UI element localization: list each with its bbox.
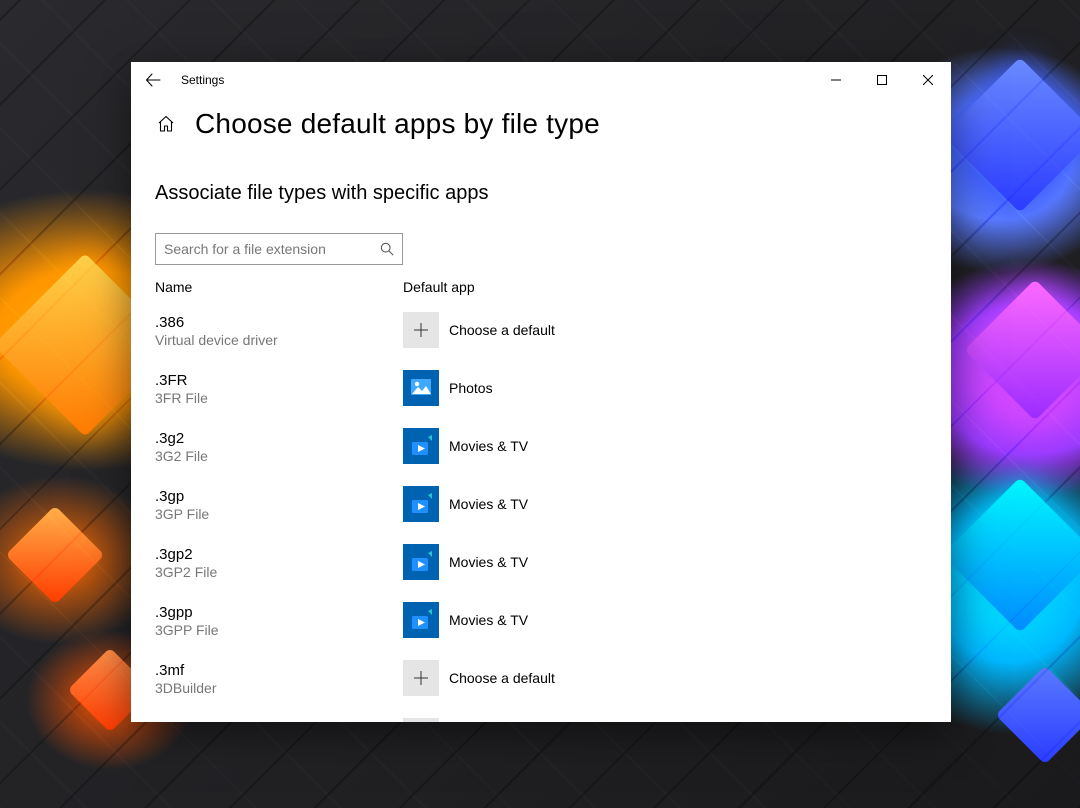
file-type-row: .3gp3GP File Movies & TV (155, 475, 927, 533)
search-icon (380, 242, 394, 256)
close-button[interactable] (905, 62, 951, 98)
default-app-label: Movies & TV (449, 554, 528, 570)
search-input[interactable] (164, 241, 380, 257)
file-type-info: .3FR3FR File (155, 370, 403, 406)
titlebar: Settings (131, 62, 951, 98)
maximize-icon (877, 75, 887, 85)
file-extension: .3FR (155, 372, 403, 389)
home-button[interactable] (155, 113, 177, 135)
default-app-button[interactable]: Movies & TV (403, 486, 528, 522)
movies-app-icon (403, 602, 439, 638)
default-app-button[interactable]: Movies & TV (403, 428, 528, 464)
file-extension: .3gp (155, 488, 403, 505)
file-type-info: .aA File (155, 718, 403, 722)
content-area: Choose default apps by file type Associa… (131, 98, 951, 722)
subheading: Associate file types with specific apps (155, 182, 927, 205)
default-app-button[interactable]: Choose a default (403, 718, 555, 722)
default-app-button[interactable]: Movies & TV (403, 544, 528, 580)
movies-app-icon (403, 544, 439, 580)
file-description: 3GP File (155, 506, 403, 522)
default-app-button[interactable]: Photos (403, 370, 493, 406)
file-type-info: .3mf3DBuilder (155, 660, 403, 696)
file-description: 3GP2 File (155, 564, 403, 580)
file-type-info: .3g23G2 File (155, 428, 403, 464)
file-type-row: .386Virtual device driver Choose a defaul… (155, 301, 927, 359)
home-icon (157, 115, 175, 133)
minimize-button[interactable] (813, 62, 859, 98)
file-type-info: .3gpp3GPP File (155, 602, 403, 638)
file-description: 3GPP File (155, 622, 403, 638)
default-app-label: Choose a default (449, 670, 555, 686)
file-extension: .3gpp (155, 604, 403, 621)
file-description: 3G2 File (155, 448, 403, 464)
file-type-info: .386Virtual device driver (155, 312, 403, 348)
default-app-button[interactable]: Choose a default (403, 312, 555, 348)
minimize-icon (831, 75, 841, 85)
default-app-button[interactable]: Choose a default (403, 660, 555, 696)
file-type-row: .3gp23GP2 File Movies & TV (155, 533, 927, 591)
default-app-button[interactable]: Movies & TV (403, 602, 528, 638)
arrow-left-icon (145, 72, 161, 88)
file-description: 3FR File (155, 390, 403, 406)
page-title: Choose default apps by file type (195, 108, 600, 140)
back-button[interactable] (131, 62, 175, 98)
close-icon (923, 75, 933, 85)
file-description: Virtual device driver (155, 332, 403, 348)
settings-window: Settings Choose default apps by file typ… (131, 62, 951, 722)
plus-icon (403, 660, 439, 696)
default-app-label: Movies & TV (449, 438, 528, 454)
default-app-label: Choose a default (449, 322, 555, 338)
movies-app-icon (403, 486, 439, 522)
default-app-label: Movies & TV (449, 496, 528, 512)
file-extension: .3g2 (155, 430, 403, 447)
window-title: Settings (175, 73, 224, 87)
movies-app-icon (403, 428, 439, 464)
file-type-list: .386Virtual device driver Choose a defaul… (155, 301, 927, 722)
search-box[interactable] (155, 233, 403, 265)
file-extension: .386 (155, 314, 403, 331)
file-type-row: .3g23G2 File Movies & TV (155, 417, 927, 475)
column-name-header: Name (155, 279, 403, 295)
file-description: 3DBuilder (155, 680, 403, 696)
file-type-row: .3gpp3GPP File Movies & TV (155, 591, 927, 649)
file-extension: .3gp2 (155, 546, 403, 563)
file-extension: .3mf (155, 662, 403, 679)
file-type-row: .3FR3FR File Photos (155, 359, 927, 417)
column-app-header: Default app (403, 279, 475, 295)
file-type-row: .3mf3DBuilder Choose a default (155, 649, 927, 707)
file-type-info: .3gp23GP2 File (155, 544, 403, 580)
column-headers: Name Default app (155, 279, 927, 295)
file-type-info: .3gp3GP File (155, 486, 403, 522)
default-app-label: Photos (449, 380, 493, 396)
photos-app-icon (403, 370, 439, 406)
default-app-label: Movies & TV (449, 612, 528, 628)
maximize-button[interactable] (859, 62, 905, 98)
plus-icon (403, 312, 439, 348)
plus-icon (403, 718, 439, 722)
file-extension: .a (155, 720, 403, 722)
file-type-row: .aA FileChoose a default (155, 707, 927, 722)
